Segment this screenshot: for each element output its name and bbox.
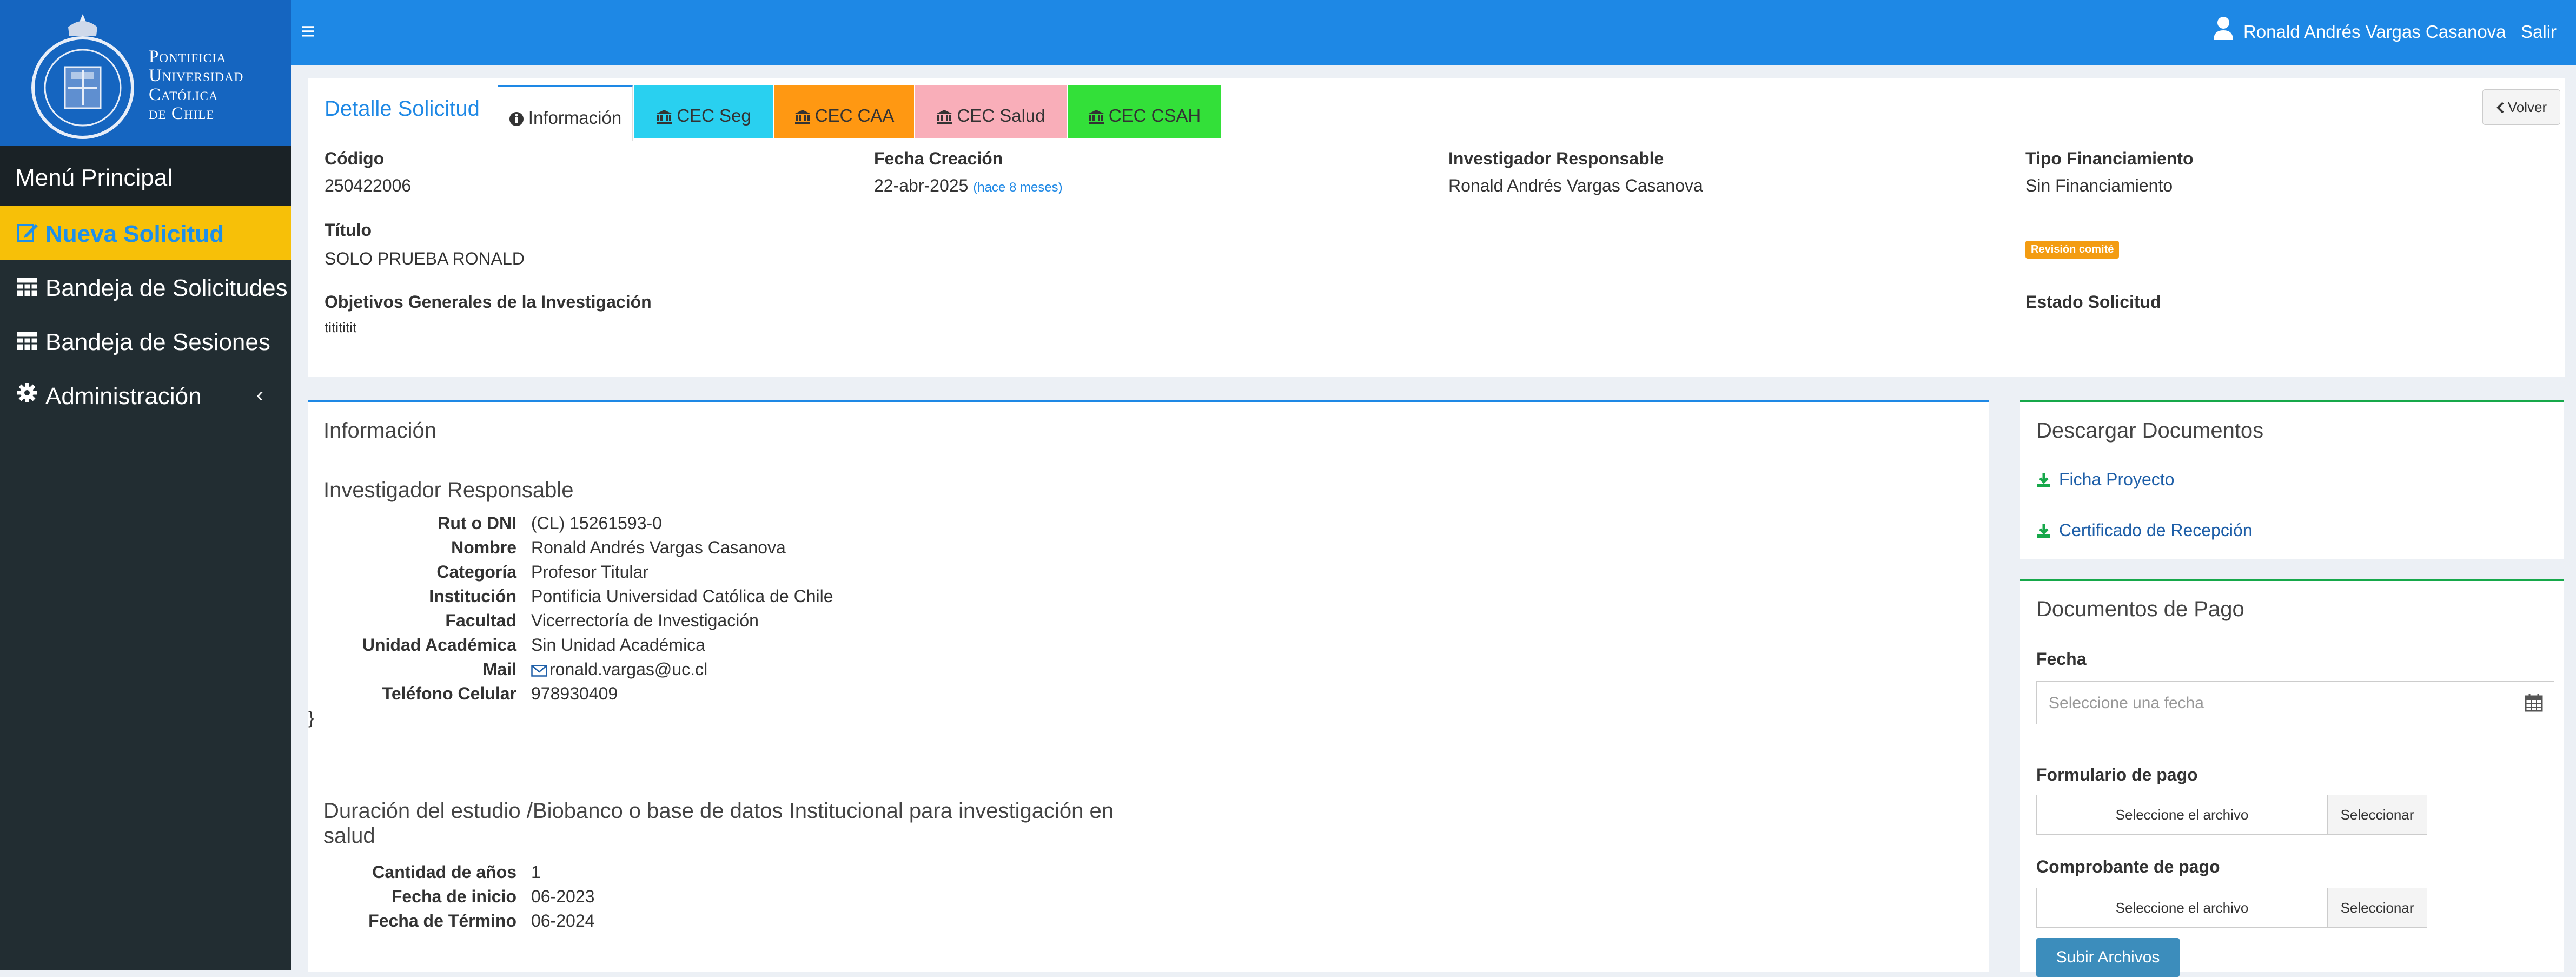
info-title: Información [323, 419, 436, 443]
select-file-button[interactable]: Seleccionar [2327, 888, 2427, 927]
user-name-link[interactable]: Ronald Andrés Vargas Casanova [2243, 22, 2506, 42]
detail-row: Rut o DNI (CL) 15261593-0 [438, 513, 662, 533]
payment-panel: Documentos de Pago Fecha Formulario de p… [2020, 579, 2564, 977]
logo[interactable]: Pontificia Universidad Católica de Chile [0, 0, 291, 146]
objetivos-label: Objetivos Generales de la Investigación [325, 292, 652, 312]
detail-row: Institución Pontificia Universidad Católi… [429, 586, 833, 606]
detail-row: Categoría Profesor Titular [436, 562, 648, 582]
detail-row: Mail ronald.vargas@uc.cl [482, 659, 708, 679]
tab-cec-seg[interactable]: CEC Seg [634, 85, 773, 138]
institution-icon [657, 110, 672, 124]
chevron-left-icon [2496, 102, 2504, 114]
detail-panel: Detalle Solicitud Información CEC Seg CE… [308, 78, 2565, 377]
investigador-label: Investigador Responsable [1448, 149, 1664, 168]
gear-icon [17, 383, 37, 402]
info-icon [509, 112, 524, 126]
codigo-label: Código [325, 149, 385, 168]
sidebar: Pontificia Universidad Católica de Chile… [0, 0, 291, 970]
duracion-section-title: Duración del estudio /Biobanco o base de… [323, 799, 1114, 848]
select-file-button[interactable]: Seleccionar [2327, 795, 2427, 834]
tab-cec-caa[interactable]: CEC CAA [774, 85, 914, 138]
status-badge: Revisión comité [2025, 241, 2120, 259]
investigador-section-title: Investigador Responsable [323, 478, 574, 502]
detail-row: Cantidad de años 1 [372, 862, 541, 882]
fecha-relative: (hace 8 meses) [973, 180, 1063, 195]
sidebar-item-nueva-solicitud[interactable]: Nueva Solicitud [0, 206, 291, 260]
detail-row: Nombre Ronald Andrés Vargas Casanova [451, 538, 786, 557]
detail-row: Fecha de inicio 06-2023 [391, 887, 595, 906]
back-button[interactable]: Volver [2482, 89, 2560, 125]
download-icon [2037, 524, 2050, 538]
detail-row: Facultad Vicerrectoría de Investigación [445, 611, 759, 630]
upload-files-button[interactable]: Subir Archivos [2036, 938, 2180, 977]
downloads-panel: Descargar Documentos Ficha Proyecto Cert… [2020, 400, 2564, 559]
fecha-creacion-label: Fecha Creación [874, 149, 1003, 168]
university-name: Pontificia Universidad Católica de Chile [149, 47, 244, 123]
fecha-creacion-value: 22-abr-2025 (hace 8 meses) [874, 176, 1063, 195]
formulario-file-input[interactable]: Seleccione el archivo Seleccionar [2036, 795, 2427, 835]
calendar-icon[interactable] [2525, 694, 2543, 712]
logout-link[interactable]: Salir [2521, 22, 2557, 42]
formulario-label: Formulario de pago [2036, 765, 2198, 784]
download-icon [2037, 473, 2050, 487]
detail-row: Teléfono Celular 978930409 [382, 684, 618, 703]
tabs-row: Detalle Solicitud Información CEC Seg CE… [308, 78, 2565, 141]
sidebar-item-label: Bandeja de Solicitudes [45, 275, 288, 301]
chevron-left-icon: ‹ [256, 383, 264, 407]
duracion-details: Cantidad de años 1 Fecha de inicio 06-2023… [308, 862, 1065, 935]
objetivos-value: titititit [325, 319, 357, 335]
sidebar-item-bandeja-sesiones[interactable]: Bandeja de Sesiones [0, 314, 291, 368]
detail-row: Unidad Académica Sin Unidad Académica [362, 635, 705, 655]
sidebar-item-label: Bandeja de Sesiones [45, 329, 270, 355]
certificado-link[interactable]: Certificado de Recepción [2036, 520, 2253, 540]
ficha-proyecto-link[interactable]: Ficha Proyecto [2036, 470, 2174, 490]
codigo-value: 250422006 [325, 176, 412, 195]
table-icon [17, 332, 37, 350]
info-panel: Información Investigador Responsable Rut… [308, 400, 1989, 972]
date-picker [2036, 681, 2554, 725]
detail-row: Fecha de Término 06-2024 [368, 911, 595, 930]
institution-icon [794, 110, 810, 124]
sidebar-item-label: Administración [45, 383, 202, 410]
fecha-label: Fecha [2036, 649, 2087, 669]
sidebar-item-label: Nueva Solicitud [45, 221, 224, 247]
comprobante-file-input[interactable]: Seleccione el archivo Seleccionar [2036, 888, 2427, 928]
mail-value[interactable]: ronald.vargas@uc.cl [531, 659, 707, 679]
financiamiento-label: Tipo Financiamiento [2025, 149, 2194, 168]
tab-cec-csah[interactable]: CEC CSAH [1068, 85, 1221, 138]
institution-icon [937, 110, 952, 124]
downloads-title: Descargar Documentos [2036, 419, 2264, 443]
titulo-label: Título [325, 220, 372, 240]
file-placeholder: Seleccione el archivo [2115, 807, 2249, 823]
detail-title: Detalle Solicitud [325, 97, 480, 121]
titulo-value: SOLO PRUEBA RONALD [325, 249, 525, 268]
edit-icon [17, 224, 38, 242]
investigador-value: Ronald Andrés Vargas Casanova [1448, 176, 1703, 195]
tab-informacion[interactable]: Información [498, 85, 633, 141]
sidebar-item-administracion[interactable]: Administración ‹ [0, 368, 291, 422]
investigador-details: Rut o DNI (CL) 15261593-0 Nombre Ronald An… [308, 513, 1065, 728]
institution-icon [1088, 110, 1104, 124]
envelope-icon [531, 665, 547, 677]
user-icon [2214, 17, 2233, 40]
comprobante-label: Comprobante de pago [2036, 857, 2220, 876]
financiamiento-value: Sin Financiamiento [2025, 176, 2173, 195]
menu-header: Menú Principal [0, 146, 291, 206]
sidebar-item-bandeja-solicitudes[interactable]: Bandeja de Solicitudes [0, 260, 291, 314]
date-input[interactable] [2037, 682, 2509, 725]
tab-cec-salud[interactable]: CEC Salud [915, 85, 1067, 138]
payment-title: Documentos de Pago [2036, 597, 2244, 621]
file-placeholder: Seleccione el archivo [2115, 900, 2249, 916]
university-seal-icon [31, 14, 134, 139]
table-icon [17, 278, 37, 296]
estado-label: Estado Solicitud [2025, 292, 2161, 312]
menu-toggle-icon[interactable]: ≡ [301, 16, 315, 45]
top-navbar: ≡ Ronald Andrés Vargas Casanova Salir [291, 0, 2576, 65]
